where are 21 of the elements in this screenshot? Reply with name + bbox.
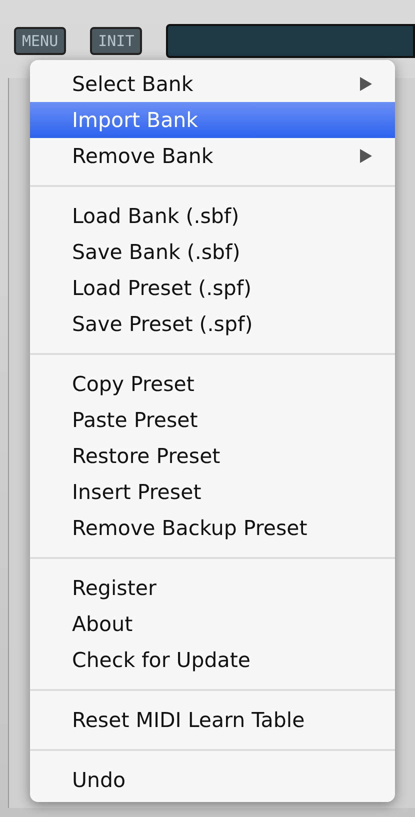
menu-item[interactable]: Import Bank [30,102,395,138]
submenu-arrow-icon [359,148,373,164]
menu-item[interactable]: Undo [30,762,395,798]
menu-item[interactable]: Register [30,570,395,606]
submenu-arrow-icon [359,76,373,92]
toolbar-button[interactable]: INIT [90,27,142,55]
menu-item[interactable]: Load Preset (.spf) [30,270,395,306]
menu-item[interactable]: Copy Preset [30,366,395,402]
menu-item[interactable]: Reset MIDI Learn Table [30,702,395,738]
menu-item[interactable]: Select Bank [30,66,395,102]
menu-item[interactable]: Check for Update [30,642,395,678]
toolbar-button[interactable]: MENU [14,27,66,55]
menu-item[interactable]: Load Bank (.sbf) [30,198,395,234]
menu-item[interactable]: Remove Backup Preset [30,510,395,546]
menu-item[interactable]: Save Preset (.spf) [30,306,395,342]
menu-item[interactable]: Paste Preset [30,402,395,438]
menu-item[interactable]: Remove Bank [30,138,395,174]
menu-item[interactable]: About [30,606,395,642]
menu-item[interactable]: Insert Preset [30,474,395,510]
menu-item[interactable]: Save Bank (.sbf) [30,234,395,270]
menu-item[interactable]: Restore Preset [30,438,395,474]
